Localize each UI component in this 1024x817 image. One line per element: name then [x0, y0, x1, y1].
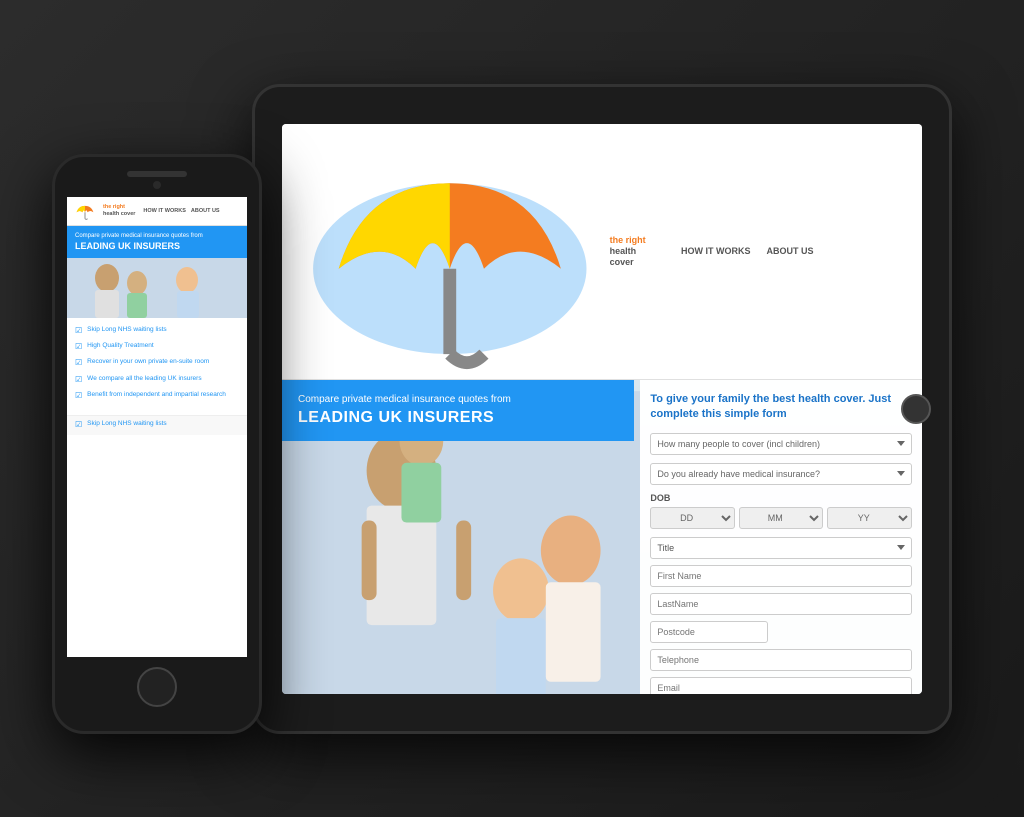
phone: the right health cover HOW IT WORKS ABOU…: [52, 154, 262, 734]
phone-hero-image: [67, 258, 247, 318]
tablet-dob-dd[interactable]: DD: [650, 507, 735, 529]
tablet-screen: the right health cover HOW IT WORKS ABOU…: [282, 124, 922, 694]
phone-checklist-item-5: ☑ Benefit from independent and impartial…: [75, 391, 239, 401]
tablet-dob-label: DOB: [650, 493, 912, 503]
phone-checklist: ☑ Skip Long NHS waiting lists ☑ High Qua…: [67, 318, 247, 416]
tablet: the right health cover HOW IT WORKS ABOU…: [252, 84, 952, 734]
tablet-hero: Compare private medical insurance quotes…: [282, 380, 922, 694]
phone-check-icon-3: ☑: [75, 358, 82, 368]
phone-screen: the right health cover HOW IT WORKS ABOU…: [67, 197, 247, 657]
tablet-dob-row: DD MM YY: [650, 507, 912, 529]
phone-hero-title: LEADING UK INSURERS: [75, 241, 239, 251]
tablet-sidebar-title: To give your family the best health cove…: [650, 392, 912, 423]
tablet-home-button[interactable]: [901, 394, 931, 424]
phone-nav-links: HOW IT WORKS ABOUT US: [143, 208, 219, 214]
tablet-dob-yy[interactable]: YY: [827, 507, 912, 529]
phone-camera: [153, 181, 161, 189]
tablet-firstname-input[interactable]: [650, 565, 912, 587]
tablet-insurance-select[interactable]: Do you already have medical insurance?: [650, 463, 912, 485]
phone-logo-text: the right health cover: [103, 204, 135, 217]
phone-speaker: [127, 171, 187, 177]
tablet-postcode-tel-row: [650, 621, 912, 643]
phone-checklist-item-4: ☑ We compare all the leading UK insurers: [75, 375, 239, 385]
phone-nav-about-us[interactable]: ABOUT US: [191, 208, 220, 214]
phone-hero-subtitle: Compare private medical insurance quotes…: [75, 233, 239, 239]
phone-check-icon-1: ☑: [75, 326, 82, 336]
phone-checklist-item-2: ☑ High Quality Treatment: [75, 342, 239, 352]
tablet-nav-about-us[interactable]: ABOUT US: [767, 246, 814, 256]
phone-home-button[interactable]: [137, 667, 177, 707]
tablet-nav: the right health cover HOW IT WORKS ABOU…: [282, 124, 922, 380]
tablet-telephone-input[interactable]: [650, 649, 912, 671]
phone-logo-umbrella: [73, 202, 97, 220]
tablet-postcode-input[interactable]: [650, 621, 768, 643]
tablet-sidebar-form: To give your family the best health cove…: [640, 380, 922, 694]
tablet-hero-title: LEADING UK INSURERS: [298, 409, 618, 427]
phone-nav-how-it-works[interactable]: HOW IT WORKS: [143, 208, 185, 214]
phone-check-icon-5: ☑: [75, 391, 82, 401]
tablet-people-select[interactable]: How many people to cover (incl children): [650, 433, 912, 455]
phone-bottom-item: ☑ Skip Long NHS waiting lists: [67, 415, 247, 434]
tablet-hero-overlay: Compare private medical insurance quotes…: [282, 380, 634, 441]
tablet-logo-umbrella: [296, 132, 604, 371]
tablet-hero-subtitle: Compare private medical insurance quotes…: [298, 394, 618, 405]
phone-checklist-item-bottom: ☑ Skip Long NHS waiting lists: [75, 420, 239, 430]
tablet-dob-mm[interactable]: MM: [739, 507, 824, 529]
phone-hero-overlay: Compare private medical insurance quotes…: [67, 226, 247, 258]
phone-check-icon-4: ☑: [75, 375, 82, 385]
phone-check-icon-bottom: ☑: [75, 420, 82, 430]
phone-checklist-item-3: ☑ Recover in your own private en-suite r…: [75, 358, 239, 368]
phone-nav: the right health cover HOW IT WORKS ABOU…: [67, 197, 247, 226]
phone-check-icon-2: ☑: [75, 342, 82, 352]
tablet-logo-text: the right health cover: [610, 235, 655, 267]
scene: the right health cover HOW IT WORKS ABOU…: [32, 34, 992, 784]
tablet-nav-links: HOW IT WORKS ABOUT US: [681, 246, 814, 256]
tablet-email-input[interactable]: [650, 677, 912, 694]
phone-checklist-item-1: ☑ Skip Long NHS waiting lists: [75, 326, 239, 336]
tablet-title-select[interactable]: Title: [650, 537, 912, 559]
tablet-lastname-input[interactable]: [650, 593, 912, 615]
tablet-nav-how-it-works[interactable]: HOW IT WORKS: [681, 246, 751, 256]
